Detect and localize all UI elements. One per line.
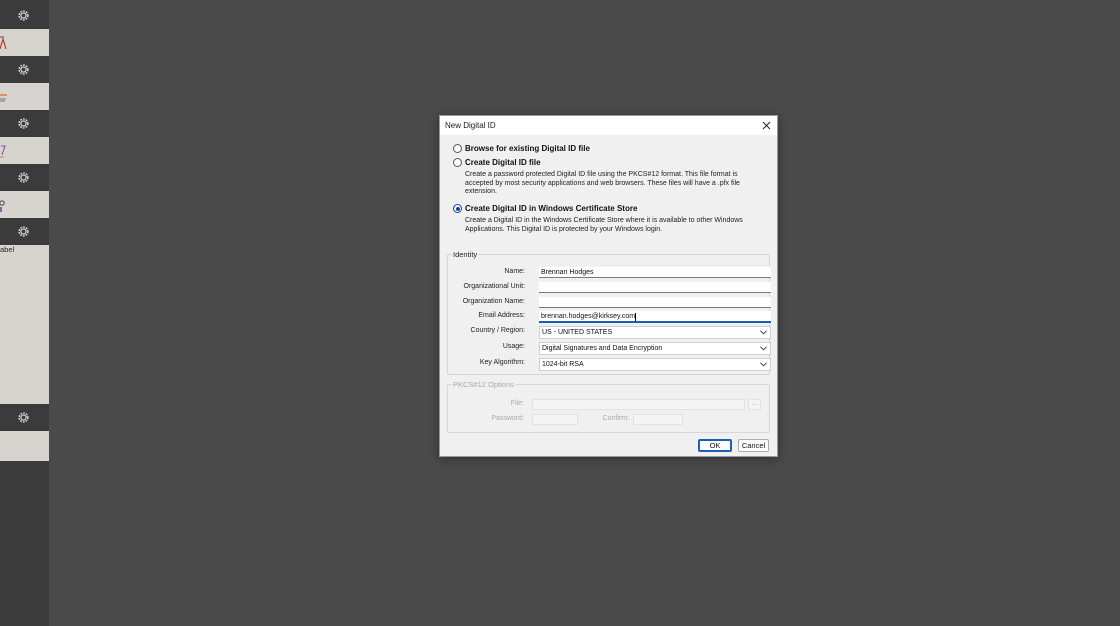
sidebar-thumbnail[interactable] bbox=[0, 137, 49, 164]
chevron-down-icon bbox=[760, 346, 767, 351]
usage-select[interactable]: Digital Signatures and Data Encryption bbox=[539, 342, 771, 355]
browse-file-button: ... bbox=[748, 399, 761, 410]
gear-icon[interactable] bbox=[17, 9, 30, 22]
description-line: accepted by most security applications a… bbox=[465, 179, 740, 187]
sidebar-thumbnail[interactable] bbox=[0, 29, 49, 56]
cancel-button[interactable]: Cancel bbox=[738, 439, 769, 452]
sidebar-thumbnail[interactable] bbox=[0, 83, 49, 110]
gear-icon[interactable] bbox=[17, 411, 30, 424]
radio-create-file[interactable] bbox=[453, 158, 462, 167]
document-thumbnail-icon bbox=[0, 200, 5, 212]
sidebar-label-row[interactable]: abel bbox=[0, 245, 49, 255]
identity-group: Identity Name: Brennan Hodges Organizati… bbox=[447, 250, 771, 375]
left-sidebar: abel bbox=[0, 0, 49, 626]
sidebar-gear-row[interactable] bbox=[0, 56, 49, 83]
sidebar-thumbnail[interactable] bbox=[0, 431, 49, 461]
ok-button[interactable]: OK bbox=[698, 439, 732, 452]
gear-icon[interactable] bbox=[17, 171, 30, 184]
sidebar-thumbnail[interactable] bbox=[0, 191, 49, 218]
key-algorithm-select[interactable]: 1024-bit RSA bbox=[539, 358, 771, 371]
file-field bbox=[532, 399, 745, 410]
option-create-file-label[interactable]: Create Digital ID file bbox=[465, 158, 541, 167]
pkcs12-options-group: PKCS#12 Options File: ... Password: Conf… bbox=[447, 380, 770, 433]
confirm-field bbox=[633, 414, 683, 425]
name-field[interactable]: Brennan Hodges bbox=[539, 267, 771, 278]
new-digital-id-dialog: New Digital ID Browse for existing Digit… bbox=[439, 115, 778, 457]
pkcs12-group-title: PKCS#12 Options bbox=[452, 380, 515, 389]
sidebar-gear-row[interactable] bbox=[0, 404, 49, 431]
usage-value: Digital Signatures and Data Encryption bbox=[542, 345, 663, 352]
gear-icon[interactable] bbox=[17, 63, 30, 76]
org-name-field[interactable] bbox=[539, 297, 771, 308]
sidebar-gear-row[interactable] bbox=[0, 110, 49, 137]
email-field[interactable]: brennan.hodges@kirksey.com bbox=[539, 311, 771, 323]
radio-browse-existing[interactable] bbox=[453, 144, 462, 153]
document-thumbnail-icon bbox=[0, 36, 7, 50]
confirm-label: Confirm: bbox=[602, 415, 629, 422]
document-thumbnail-icon bbox=[0, 145, 6, 158]
close-icon[interactable] bbox=[761, 120, 772, 131]
file-label: File: bbox=[510, 400, 524, 407]
dialog-title: New Digital ID bbox=[445, 121, 496, 130]
gear-icon[interactable] bbox=[17, 225, 30, 238]
email-value: brennan.hodges@kirksey.com bbox=[541, 313, 636, 320]
sidebar-page-area bbox=[0, 255, 49, 404]
org-unit-label: Organizational Unit: bbox=[463, 283, 525, 290]
org-unit-field[interactable] bbox=[539, 282, 771, 293]
name-label: Name: bbox=[504, 268, 525, 275]
description-line: Create a Digital ID in the Windows Certi… bbox=[465, 217, 743, 224]
description-line: Create a password protected Digital ID f… bbox=[465, 171, 738, 178]
key-algorithm-label: Key Algorithm: bbox=[479, 359, 525, 366]
description-line: Applications. This Digital ID is protect… bbox=[465, 225, 663, 233]
country-label: Country / Region: bbox=[470, 327, 525, 334]
chevron-down-icon bbox=[760, 362, 767, 367]
email-label: Email Address: bbox=[478, 312, 525, 319]
dialog-titlebar[interactable]: New Digital ID bbox=[440, 116, 777, 135]
usage-label: Usage: bbox=[502, 343, 525, 350]
description-line: extension. bbox=[465, 188, 497, 195]
sidebar-gear-row[interactable] bbox=[0, 164, 49, 191]
country-select[interactable]: US - UNITED STATES bbox=[539, 326, 771, 339]
sidebar-gear-row[interactable] bbox=[0, 2, 49, 29]
chevron-down-icon bbox=[760, 330, 767, 335]
sidebar-partial-label: abel bbox=[0, 245, 15, 254]
org-name-label: Organization Name: bbox=[462, 298, 525, 305]
document-thumbnail-icon bbox=[0, 94, 7, 102]
country-value: US - UNITED STATES bbox=[542, 329, 613, 336]
text-caret bbox=[635, 313, 637, 321]
radio-windows-store[interactable] bbox=[453, 204, 462, 213]
gear-icon[interactable] bbox=[17, 117, 30, 130]
identity-group-title: Identity bbox=[452, 250, 479, 259]
option-windows-store-description: Create a Digital ID in the Windows Certi… bbox=[465, 217, 743, 234]
key-algorithm-value: 1024-bit RSA bbox=[542, 361, 584, 368]
option-windows-store-label[interactable]: Create Digital ID in Windows Certificate… bbox=[465, 204, 637, 213]
option-create-file-description: Create a password protected Digital ID f… bbox=[465, 171, 740, 197]
password-label: Password: bbox=[491, 415, 524, 422]
option-browse-existing-label[interactable]: Browse for existing Digital ID file bbox=[465, 144, 590, 153]
sidebar-gear-row[interactable] bbox=[0, 218, 49, 245]
